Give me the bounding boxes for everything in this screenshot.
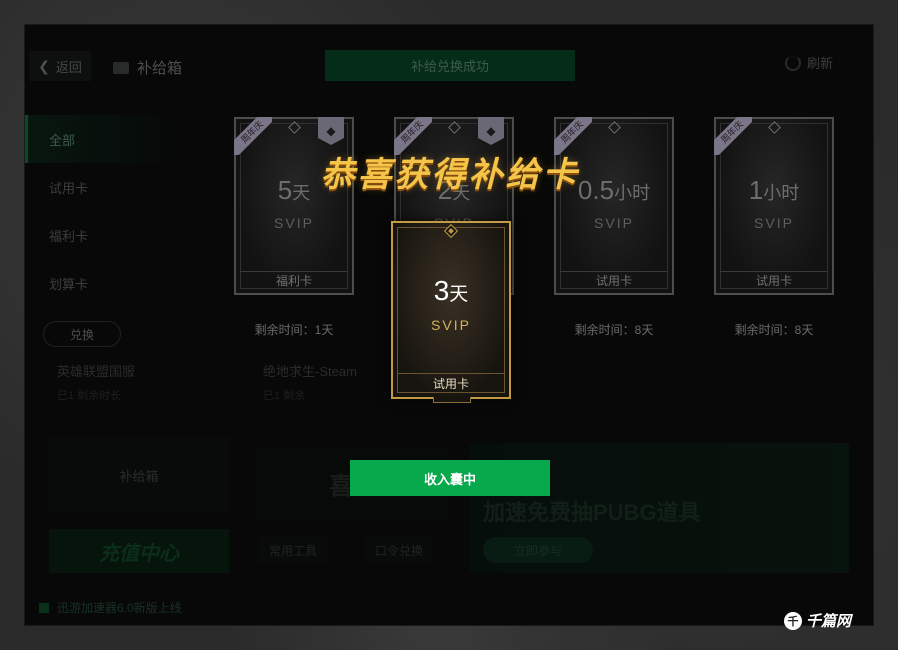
watermark-text: 千篇网 xyxy=(806,613,852,630)
watermark-icon: 千 xyxy=(784,611,802,630)
reward-title: 恭喜获得补给卡 xyxy=(320,156,580,194)
reward-card-unit: 天 xyxy=(449,284,469,305)
card-type: 福利卡 xyxy=(240,271,348,289)
card-type: 试用卡 xyxy=(560,271,668,289)
card-remaining-time: 剩余时间：8天 xyxy=(574,323,654,337)
card-remaining-time: 剩余时间：1天 xyxy=(254,323,334,337)
supply-box-window: ❮ 返回 补给箱 补给兑换成功 刷新 全部 试用卡 福利卡 划算卡 兑换 英雄联… xyxy=(24,24,874,626)
card-svip: SVIP xyxy=(754,215,794,231)
reward-card-value: 3 xyxy=(433,275,450,306)
card-svip: SVIP xyxy=(594,215,634,231)
supply-card-4[interactable]: 周年庆 1小时 SVIP 试用卡 xyxy=(714,117,834,295)
reward-card-frame xyxy=(397,227,505,393)
supply-card-1[interactable]: 周年庆 ◆ 5天 SVIP 福利卡 xyxy=(234,117,354,295)
reward-card-type: 试用卡 xyxy=(397,373,505,393)
card-remaining-time: 剩余时间：8天 xyxy=(734,323,814,337)
card-svip: SVIP xyxy=(274,215,314,231)
card-notch xyxy=(433,397,471,403)
watermark-logo: 千 千篇网 xyxy=(784,610,851,631)
collect-button[interactable]: 收入囊中 xyxy=(350,460,550,496)
reward-card-duration: 3天 xyxy=(393,275,509,307)
card-type: 试用卡 xyxy=(720,271,828,289)
reward-card-svip: SVIP xyxy=(431,317,471,333)
reward-card: 3天 SVIP 试用卡 xyxy=(391,221,511,403)
supply-card-3[interactable]: 周年庆 0.5小时 SVIP 试用卡 xyxy=(554,117,674,295)
